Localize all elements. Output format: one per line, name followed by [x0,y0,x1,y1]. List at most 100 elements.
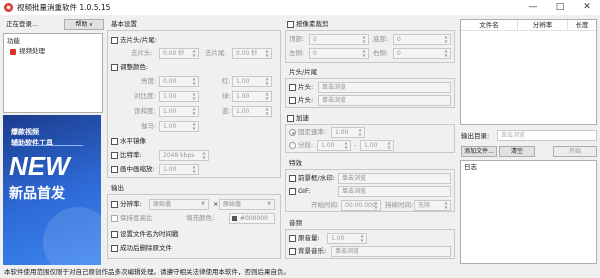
banner-line1: 爆款视频 [11,128,39,136]
volume-input[interactable]: 1.00 ▲ ▼ [327,233,367,244]
effects-title: 特效 [289,159,302,167]
watermark-label: 前景框/水印: [298,174,335,182]
delete-source-checkbox[interactable] [111,245,118,252]
video-icon [10,49,16,55]
crop-bottom-input[interactable]: 0 ▲ ▼ [393,34,451,45]
segment-to-input[interactable]: 1.00 ▲ ▼ [360,140,394,151]
speed-checkbox[interactable] [287,115,294,122]
fixed-speed-radio[interactable] [289,129,296,136]
banner-bottom-text: 新品首发 [9,186,65,202]
bitrate-input[interactable]: 2048 kbps ▲ ▼ [159,150,209,161]
green-input[interactable]: 1.00 ▲ ▼ [232,91,272,102]
volume-checkbox[interactable] [289,235,296,242]
resolution-label: 分辨率: [120,200,142,208]
go-tail-label: 去片尾: [205,49,227,57]
keep-ratio-label: 保持宽高比 [120,214,153,222]
column-length[interactable]: 长度 [568,20,596,31]
file-list[interactable]: 文件名 分辨率 长度 [460,19,597,125]
add-file-button[interactable]: 添加文件... [461,146,497,157]
volume-label: 原音量: [298,234,320,242]
login-status: 正在登录... [6,20,39,28]
output-title: 输出 [111,184,124,192]
head-tail-label: 去片头/片尾: [120,36,157,44]
resolution-width-select[interactable]: 原始值 ▼ [149,199,209,210]
chevron-down-icon: ▼ [89,22,93,27]
close-button[interactable]: ✕ [574,0,600,15]
gif-file-input[interactable]: 单击浏览 [338,186,451,197]
go-head-input[interactable]: 0.00 秒 ▲ ▼ [159,48,199,59]
gif-checkbox[interactable] [289,188,296,195]
column-resolution[interactable]: 分辨率 [518,20,568,31]
go-tail-input[interactable]: 0.00 秒 ▲ ▼ [232,48,272,59]
banner-decoration [43,207,101,265]
color-swatch [232,216,237,221]
duration-label: 持续时间: [385,201,414,209]
blue-input[interactable]: 1.00 ▲ ▼ [232,106,272,117]
crop-left-label: 左侧: [289,49,305,57]
watermark-file-input[interactable]: 单击浏览 [338,173,451,184]
start-button[interactable]: 开始 [553,146,597,157]
crop-right-input[interactable]: 0 ▲ ▼ [393,48,451,59]
saturation-input[interactable]: 1.00 ▲ ▼ [159,106,199,117]
contrast-input[interactable]: 1.00 ▲ ▼ [159,91,199,102]
crop-bottom-label: 底部: [373,35,389,43]
help-button[interactable]: 帮助 ▼ [64,19,104,30]
function-tree[interactable]: 功能 视频处理 [3,33,103,113]
start-time-label: 开始时间: [311,201,340,209]
app-icon: ◉ [4,3,13,12]
speed-label: 加速 [296,114,309,122]
maximize-button[interactable]: □ [547,0,573,15]
banner-divider [13,145,83,146]
tree-item-video-process[interactable]: 视频处理 [19,47,45,56]
crop-left-input[interactable]: 0 ▲ ▼ [309,48,369,59]
crop-top-input[interactable]: 0 ▲ ▼ [309,34,369,45]
column-filename[interactable]: 文件名 [461,20,518,31]
tail-checkbox[interactable] [289,97,296,104]
contrast-label: 对比度: [134,92,156,100]
blue-label: 蓝: [222,107,231,115]
mirror-checkbox[interactable] [111,138,118,145]
head-label: 片头: [298,83,314,91]
fill-color-input[interactable]: #000000 [229,213,275,224]
color-checkbox[interactable] [111,64,118,71]
start-time-input[interactable]: 00:00.000 ▲ ▼ [341,200,381,211]
gif-label: GIF: [298,187,311,195]
crop-checkbox[interactable] [287,21,294,28]
tail-file-input[interactable]: 单击浏览 [318,95,451,106]
gamma-input[interactable]: 1.00 ▲ ▼ [159,121,199,132]
watermark-checkbox[interactable] [289,175,296,182]
bitrate-checkbox[interactable] [111,152,118,159]
clear-button[interactable]: 清空 [499,146,535,157]
status-bar: 本软件使用范围仅限于对自己原创作品多次编辑处理。请遵守相关法律使用本软件，否则后… [0,266,600,278]
head-tail-title: 片头/片尾 [289,68,318,76]
banner-new-text: NEW [9,151,70,181]
pip-input[interactable]: 1.00 ▲ ▼ [159,164,199,175]
head-file-input[interactable]: 单击浏览 [318,82,451,93]
bgm-checkbox[interactable] [289,248,296,255]
resolution-checkbox[interactable] [111,201,118,208]
head-checkbox[interactable] [289,84,296,91]
bgm-file-input[interactable]: 单击浏览 [331,246,451,257]
segment-speed-radio[interactable] [289,142,296,149]
minimize-button[interactable]: — [520,0,546,15]
chevron-down-icon: ▼ [201,201,205,207]
duration-input[interactable]: 无限 ▲ ▼ [414,200,451,211]
fixed-speed-input[interactable]: 1.00 ▲ ▼ [331,127,365,138]
brightness-input[interactable]: 0.00 ▲ ▼ [159,76,199,87]
red-input[interactable]: 1.00 ▲ ▼ [232,76,272,87]
mirror-label: 水平镜像 [120,137,146,145]
promo-banner[interactable]: 爆款视频 辅助软件工具 NEW 新品首发 [3,115,101,265]
log-panel[interactable]: 日志 [460,160,597,264]
pip-checkbox[interactable] [111,166,118,173]
output-dir-input[interactable]: 单击浏览 [497,130,597,141]
timestamp-checkbox[interactable] [111,231,118,238]
times-sign: × [213,200,219,208]
resolution-height-select[interactable]: 原始值 ▼ [219,199,275,210]
bgm-label: 背景音乐: [298,247,327,255]
tree-root[interactable]: 功能 [7,37,20,46]
gamma-label: 伽马: [141,122,157,130]
segment-from-input[interactable]: 1.00 ▲ ▼ [317,140,351,151]
pip-label: 画中画缩放: [120,165,155,173]
keep-ratio-checkbox[interactable] [111,215,118,222]
head-tail-checkbox[interactable] [111,37,118,44]
